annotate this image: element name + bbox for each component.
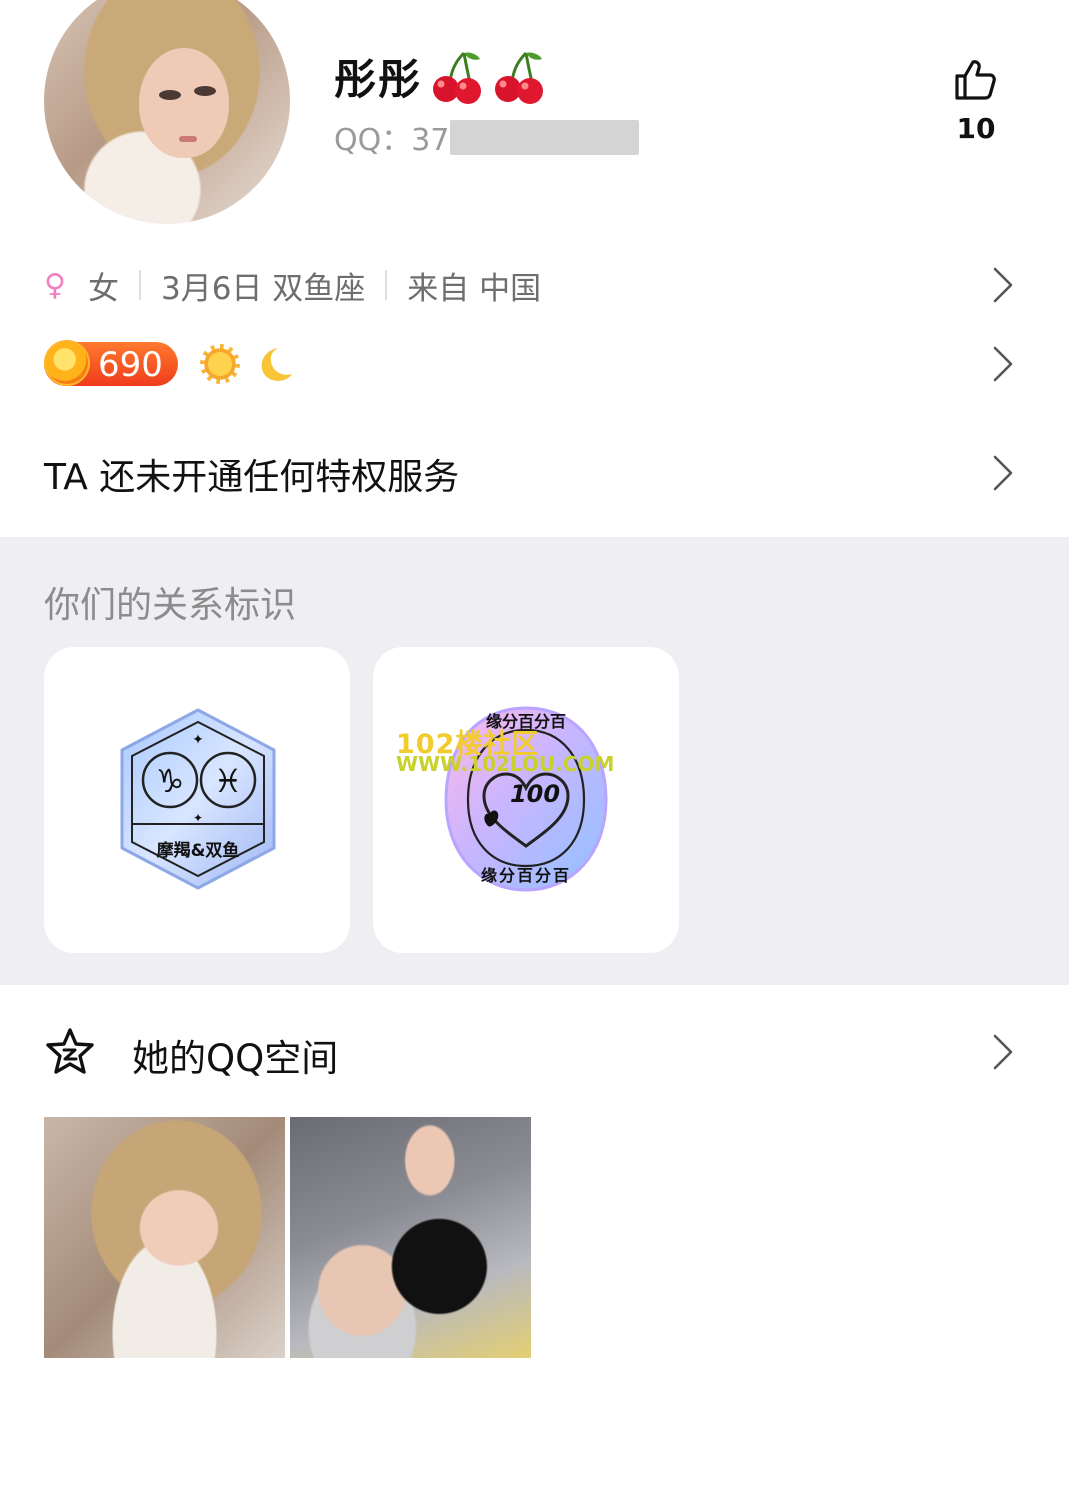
- zodiac-match-badge-icon: ♑ ♓ ✦ ✦: [120, 708, 276, 890]
- like-count[interactable]: 10: [940, 112, 1012, 145]
- coin-icon: [44, 340, 90, 386]
- divider: [385, 270, 388, 300]
- svg-text:♓: ♓: [214, 762, 243, 800]
- watermark-url: WWW.102LOU.COM: [396, 752, 615, 776]
- profile-avatar[interactable]: [44, 0, 290, 224]
- qq-number-row: QQ：37: [334, 116, 449, 158]
- name-row: 彤彤: [334, 44, 546, 108]
- avatar-eye: [194, 86, 216, 96]
- zodiac-badge-label: 摩羯&双鱼: [156, 841, 240, 861]
- cherry-icon: [495, 51, 544, 104]
- svg-text:♑: ♑: [156, 762, 185, 800]
- moon-icon: [261, 348, 292, 381]
- qzone-photo[interactable]: [290, 1117, 531, 1358]
- qq-number-redaction: [450, 120, 639, 155]
- cherry-icon: [433, 51, 482, 104]
- birthday-text: 3月6日 双鱼座: [160, 270, 366, 307]
- divider: [138, 270, 141, 300]
- profile-name: 彤彤: [334, 54, 423, 104]
- chevron-right-icon[interactable]: [992, 345, 1014, 383]
- level-row[interactable]: 690: [44, 338, 294, 390]
- privilege-status[interactable]: TA 还未开通任何特权服务: [44, 448, 459, 500]
- svg-text:✦: ✦: [192, 732, 204, 748]
- level-badge: 690: [44, 340, 178, 386]
- gender-text: 女: [87, 270, 119, 307]
- qzone-title[interactable]: 她的QQ空间: [132, 1028, 338, 1082]
- chevron-right-icon[interactable]: [992, 266, 1014, 304]
- fate-badge-ring-text: 缘分百分百: [480, 866, 571, 885]
- chevron-right-icon[interactable]: [992, 454, 1014, 492]
- female-icon: ♀: [44, 267, 66, 303]
- chevron-right-icon[interactable]: [992, 1033, 1014, 1071]
- location-text: 来自 中国: [407, 270, 542, 307]
- qq-number: QQ：37: [334, 123, 450, 158]
- like-icon[interactable]: [951, 56, 999, 104]
- qzone-photo[interactable]: [44, 1117, 285, 1358]
- fate-badge-number: 100: [509, 780, 561, 808]
- level-value: 690: [98, 345, 163, 385]
- svg-text:✦: ✦: [193, 811, 203, 825]
- sun-icon: [200, 344, 240, 384]
- avatar-lips: [179, 136, 197, 142]
- avatar-eye: [159, 90, 181, 100]
- relation-section-title: 你们的关系标识: [44, 585, 297, 626]
- qzone-star-icon: [46, 1028, 94, 1074]
- basic-info-row[interactable]: ♀ 女 3月6日 双鱼座 来自 中国: [44, 262, 541, 308]
